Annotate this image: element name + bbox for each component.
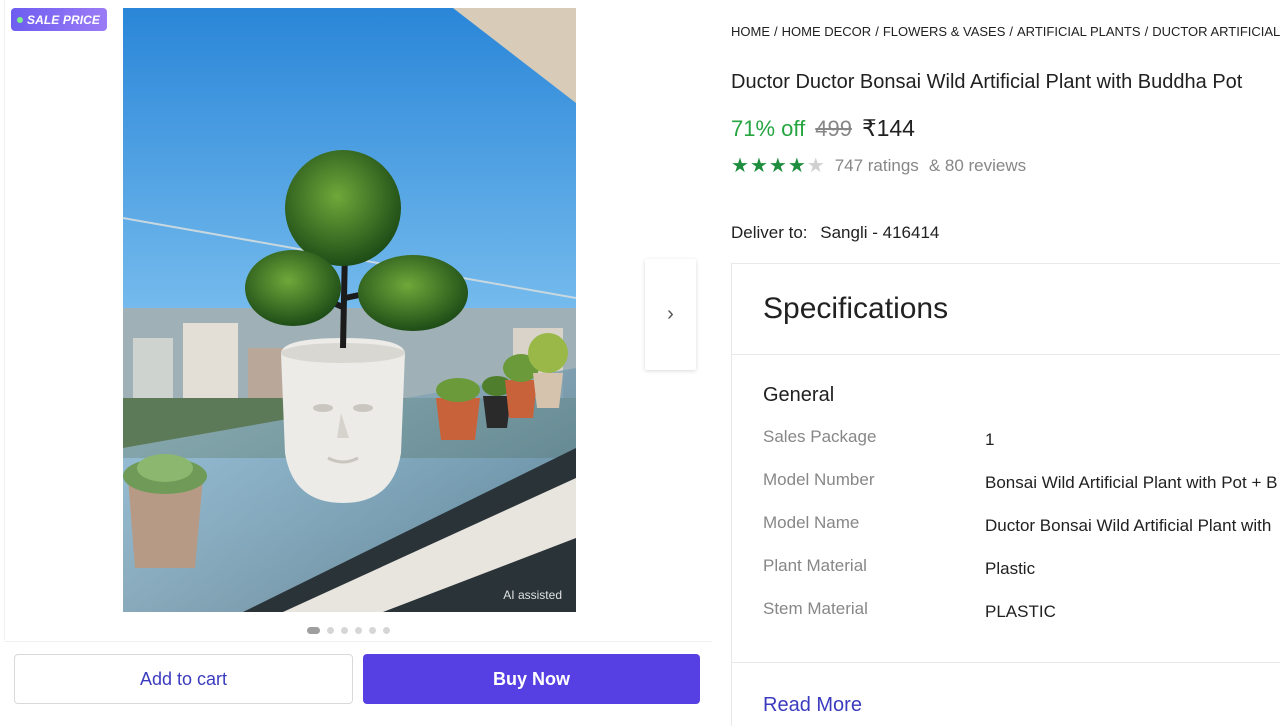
carousel-dot[interactable] xyxy=(369,627,376,634)
next-image-button[interactable]: › xyxy=(645,259,696,370)
divider xyxy=(732,354,1280,355)
breadcrumb-artificial-plants[interactable]: ARTIFICIAL PLANTS xyxy=(1017,24,1141,39)
spec-value: 1 xyxy=(985,430,995,449)
delivery-label: Deliver to: xyxy=(731,223,808,242)
sale-price-badge: SALE PRICE xyxy=(11,8,108,31)
star-filled-icon: ★ xyxy=(731,155,749,177)
spec-value: Ductor Bonsai Wild Artificial Plant with xyxy=(985,516,1272,535)
selling-price: ₹144 xyxy=(861,115,915,141)
spec-value: Plastic xyxy=(985,559,1036,578)
carousel-dot[interactable] xyxy=(341,627,348,634)
add-to-cart-button[interactable]: Add to cart xyxy=(14,654,353,704)
chevron-right-icon: › xyxy=(667,303,674,325)
breadcrumb-home-decor[interactable]: HOME DECOR xyxy=(782,24,872,39)
breadcrumb-flowers-vases[interactable]: FLOWERS & VASES xyxy=(883,24,1006,39)
gallery-border xyxy=(4,0,5,640)
divider xyxy=(732,662,1280,663)
reviews-count: & 80 reviews xyxy=(928,156,1027,175)
ratings-count: 747 ratings xyxy=(834,156,919,175)
carousel-dots xyxy=(307,627,390,634)
star-filled-icon: ★ xyxy=(787,155,806,177)
sale-badge-label: SALE PRICE xyxy=(27,12,101,27)
product-gallery: SALE PRICE AI assisted › Add to cart Buy… xyxy=(0,0,712,726)
spec-rows: Sales Package 1 Model Number Bonsai Wild… xyxy=(763,427,1280,642)
star-filled-icon: ★ xyxy=(768,155,787,177)
carousel-dot[interactable] xyxy=(327,627,334,634)
spec-key: Model Number xyxy=(763,470,875,489)
ai-assisted-label: AI assisted xyxy=(503,588,562,602)
star-rating: ★ ★ ★ ★ ★ xyxy=(731,156,825,176)
spec-row: Plant Material Plastic xyxy=(763,556,1280,599)
product-details: HOME / HOME DECOR / FLOWERS & VASES / ARTIFICI… xyxy=(731,0,1280,726)
star-filled-icon: ★ xyxy=(749,155,768,177)
carousel-dot[interactable] xyxy=(307,627,320,634)
delivery-pincode: Sangli - 416414 xyxy=(820,223,940,242)
specifications-heading: Specifications xyxy=(763,292,949,325)
delivery-location[interactable]: Deliver to: Sangli - 416414 xyxy=(731,223,939,243)
purchase-action-bar: Add to cart Buy Now xyxy=(4,641,712,715)
spec-value: PLASTIC xyxy=(985,602,1056,621)
spec-row: Sales Package 1 xyxy=(763,427,1280,470)
spec-key: Sales Package xyxy=(763,427,877,446)
spec-row: Model Number Bonsai Wild Artificial Plan… xyxy=(763,470,1280,513)
spec-row: Stem Material PLASTIC xyxy=(763,599,1280,642)
spec-group-title: General xyxy=(763,384,835,406)
spec-value: Bonsai Wild Artificial Plant with Pot + … xyxy=(985,473,1278,492)
price-row: 71% off 499 ₹144 xyxy=(731,115,915,142)
product-image[interactable]: AI assisted xyxy=(123,8,576,612)
breadcrumb: HOME / HOME DECOR / FLOWERS & VASES / ARTIFICI… xyxy=(731,24,1280,39)
specifications-card: Specifications General Sales Package 1 M… xyxy=(731,263,1280,726)
product-photo xyxy=(123,8,576,612)
badge-dot-icon xyxy=(17,16,23,23)
carousel-dot[interactable] xyxy=(383,627,390,634)
read-more-link[interactable]: Read More xyxy=(763,694,862,717)
spec-key: Model Name xyxy=(763,513,860,532)
buy-now-button[interactable]: Buy Now xyxy=(363,654,700,704)
discount-percent: 71% off xyxy=(731,116,806,141)
original-price: 499 xyxy=(815,116,852,141)
spec-row: Model Name Ductor Bonsai Wild Artificial… xyxy=(763,513,1280,556)
breadcrumb-current-product[interactable]: DUCTOR ARTIFICIAL PLA xyxy=(1152,24,1280,39)
carousel-dot[interactable] xyxy=(355,627,362,634)
product-title: Ductor Ductor Bonsai Wild Artificial Pla… xyxy=(731,71,1243,93)
star-empty-icon: ★ xyxy=(806,155,825,177)
rating-row[interactable]: ★ ★ ★ ★ ★ 747 ratings & 80 reviews xyxy=(731,156,1026,176)
spec-key: Stem Material xyxy=(763,599,868,618)
spec-key: Plant Material xyxy=(763,556,867,575)
breadcrumb-home[interactable]: HOME xyxy=(731,24,770,39)
